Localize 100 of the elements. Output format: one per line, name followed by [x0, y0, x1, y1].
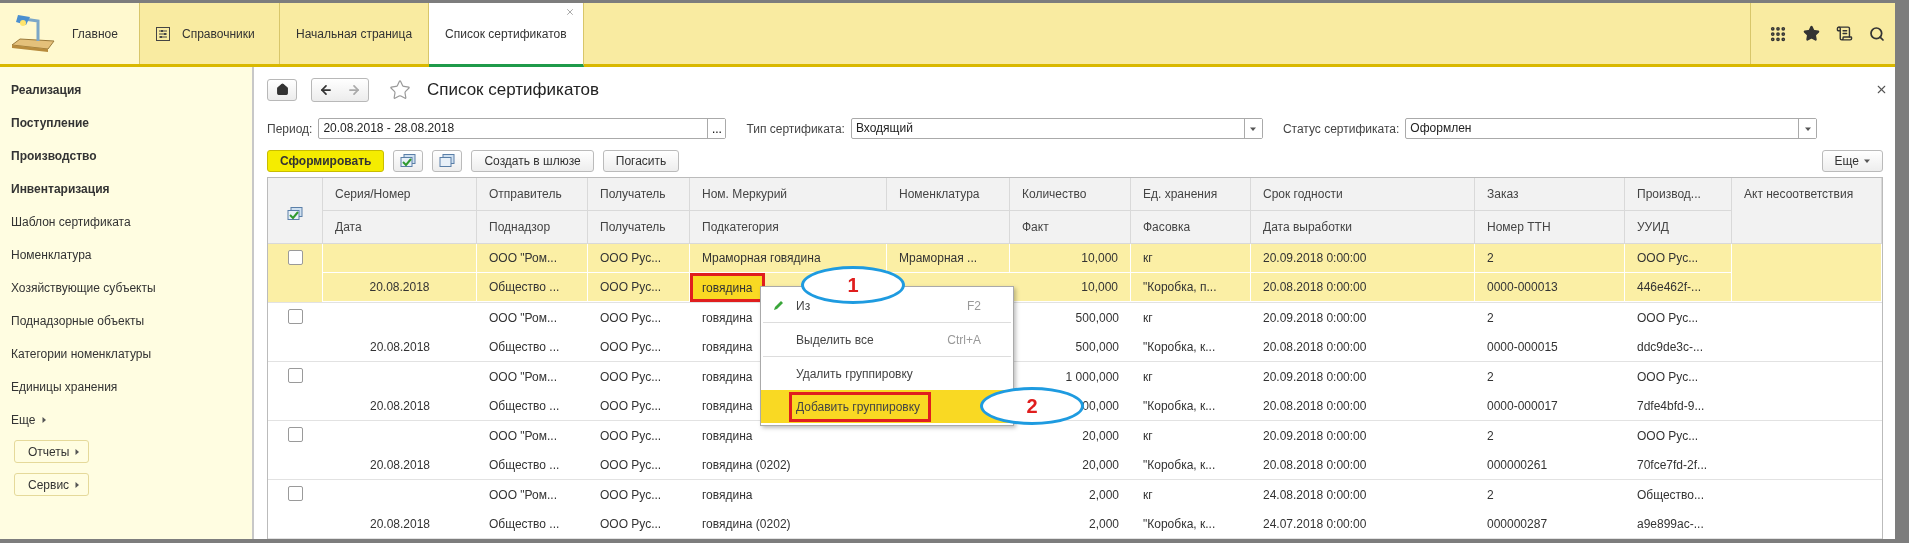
toolbar-button[interactable]: Погасить [602, 149, 680, 172]
uncheck-all-button[interactable] [432, 149, 463, 172]
toolbar-button[interactable]: Создать в шлюзе [471, 149, 594, 172]
production-date-cell: 20.08.2018 0:00:00 [1263, 280, 1367, 294]
dropdown-button[interactable] [1243, 119, 1262, 139]
menu-item[interactable]: Выделить все Ctrl+A [761, 323, 1013, 356]
column-header[interactable]: Подкатегория [690, 211, 1010, 244]
date-cell: 20.08.2018 [369, 457, 431, 472]
column-header[interactable]: Номенклатура [887, 178, 1010, 211]
waybill-cell: 000000287 [1487, 516, 1548, 531]
favorite-star-icon[interactable] [389, 78, 411, 101]
quantity-cell: 2,000 [1088, 487, 1119, 502]
caret-icon [74, 481, 81, 488]
filter-field[interactable]: Входящий [850, 118, 1263, 140]
recipient-cell: ООО Рус... [600, 398, 662, 413]
column-header[interactable]: Поднадзор [477, 211, 588, 244]
sidebar-link[interactable]: Номенклатура [11, 238, 92, 271]
column-header[interactable]: Количество [1010, 178, 1131, 211]
column-header[interactable]: Фасовка [1131, 211, 1251, 244]
more-link[interactable]: Еще [11, 412, 36, 427]
date-cell: 20.08.2018 [369, 398, 431, 413]
generate-button[interactable]: Сформировать [267, 149, 385, 172]
section-tab[interactable]: Список сертификатов [429, 3, 584, 67]
production-date-cell: 24.07.2018 0:00:00 [1263, 516, 1367, 531]
sender-cell: ООО "Ром... [489, 428, 557, 443]
scroll-icon[interactable] [1836, 25, 1853, 42]
column-header[interactable]: Получатель [588, 178, 690, 211]
quantity-cell: 1 000,000 [1065, 369, 1119, 384]
column-header[interactable]: Заказ [1475, 178, 1625, 211]
uuid-cell: 7dfe4bfd-9... [1637, 398, 1705, 413]
row-checkbox[interactable] [288, 486, 303, 501]
product-cell: говядина [702, 487, 753, 502]
sidebar-link[interactable]: Категории номенклатуры [11, 337, 152, 370]
product-cell: Мраморная говядина [702, 251, 821, 265]
waybill-cell: 0000-000017 [1487, 398, 1558, 413]
recipient-cell: ООО Рус... [600, 516, 662, 531]
section-tab[interactable]: Главное [0, 3, 140, 64]
check-all-button[interactable] [393, 149, 424, 172]
sidebar-link[interactable]: Шаблон сертификата [11, 205, 131, 238]
producer-cell: ООО Рус... [1637, 369, 1699, 384]
caret-icon [41, 416, 48, 423]
sidebar-link[interactable]: Поднадзорные объекты [11, 304, 145, 337]
more-button[interactable]: Еще [1821, 149, 1883, 172]
order-cell: 2 [1487, 428, 1494, 443]
date-cell: 20.08.2018 [369, 516, 431, 531]
sidebar-section[interactable]: Поступление [11, 106, 89, 139]
sender-cell: ООО "Ром... [489, 369, 557, 384]
column-header[interactable]: Отправитель [477, 178, 588, 211]
column-header[interactable]: Производ... [1625, 178, 1732, 211]
column-header[interactable]: Серия/Номер [323, 178, 477, 211]
row-checkbox[interactable] [288, 309, 303, 324]
column-header[interactable]: Факт [1010, 211, 1131, 244]
column-header[interactable]: Срок годности [1251, 178, 1475, 211]
row-checkbox[interactable] [288, 427, 303, 442]
producer-cell: ООО Рус... [1637, 251, 1699, 265]
uuid-cell: a9e899ac-... [1637, 516, 1704, 531]
form-title: Список сертификатов [427, 79, 601, 100]
sidebar-section[interactable]: Реализация [11, 73, 82, 106]
star-icon[interactable] [1803, 25, 1820, 42]
subcategory-cell: говядина [702, 398, 753, 413]
packing-cell: "Коробка, к... [1143, 398, 1216, 413]
production-date-cell: 20.08.2018 0:00:00 [1263, 339, 1367, 354]
filter-field[interactable]: 20.08.2018 - 28.08.2018 ... [318, 118, 727, 140]
sidebar-link[interactable]: Единицы хранения [11, 370, 118, 403]
column-header[interactable]: Номер ТТН [1475, 211, 1625, 244]
row-checkbox[interactable] [288, 368, 303, 383]
caret-icon [1864, 157, 1870, 164]
column-header[interactable]: Дата [323, 211, 477, 244]
apps-grid-icon[interactable] [1769, 24, 1787, 43]
sidebar-section[interactable]: Инвентаризация [11, 172, 110, 205]
expiry-cell: 20.09.2018 0:00:00 [1263, 369, 1367, 384]
dropdown-button[interactable] [1798, 119, 1817, 139]
caret-icon [1250, 125, 1257, 132]
row-checkbox[interactable] [287, 250, 303, 265]
column-header[interactable]: Ед. хранения [1131, 178, 1251, 211]
recipient-cell: ООО Рус... [600, 310, 662, 325]
fact-cell: 500,000 [1075, 339, 1119, 354]
caret-icon [1804, 125, 1811, 132]
product-cell: говядина [702, 428, 753, 443]
column-header[interactable]: Дата выработки [1251, 211, 1475, 244]
table-row[interactable] [268, 244, 1882, 303]
sidebar-menu-button[interactable]: Сервис [14, 473, 90, 496]
home-button[interactable] [267, 78, 297, 101]
house-icon [275, 83, 289, 97]
producer-cell: ООО Рус... [1637, 310, 1699, 325]
sidebar-link[interactable]: Хозяйствующие субъекты [11, 271, 156, 304]
sidebar-menu-button[interactable]: Отчеты [14, 440, 90, 463]
expiry-cell: 20.09.2018 0:00:00 [1263, 428, 1367, 443]
column-header[interactable]: Получатель [588, 211, 690, 244]
choice-button[interactable]: ... [707, 119, 726, 139]
unit-cell: кг [1143, 487, 1153, 502]
column-header[interactable]: Ном. Меркурий [690, 178, 887, 211]
production-date-cell: 20.08.2018 0:00:00 [1263, 457, 1367, 472]
column-header[interactable]: УУИД [1625, 211, 1732, 244]
sidebar-section[interactable]: Производство [11, 139, 97, 172]
filter-field[interactable]: Оформлен [1405, 118, 1818, 140]
search-icon[interactable] [1869, 25, 1885, 42]
filter-label: Период: [267, 121, 313, 136]
packing-cell: "Коробка, к... [1143, 339, 1216, 354]
column-header[interactable]: Акт несоответствия [1732, 178, 1882, 244]
